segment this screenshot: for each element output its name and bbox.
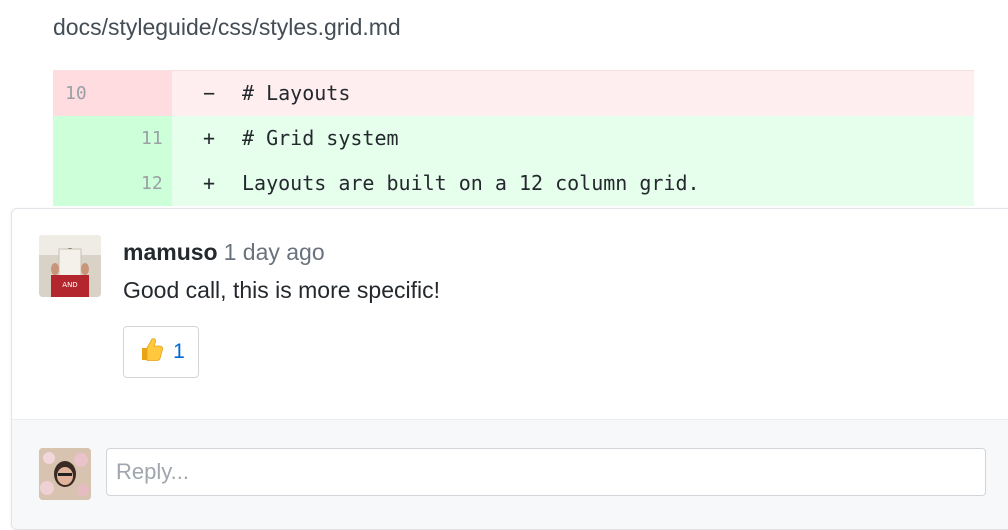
diff-row-addition: 12 + Layouts are built on a 12 column gr… [53, 161, 974, 206]
comment-header: mamuso 1 day ago [123, 239, 325, 266]
reply-area [12, 419, 1008, 529]
old-line-number[interactable]: 10 [65, 71, 87, 116]
comment-author[interactable]: mamuso [123, 239, 218, 265]
author-avatar[interactable]: AND [39, 235, 101, 297]
thumbs-up-reaction-button[interactable]: 1 [123, 326, 199, 378]
new-line-number[interactable]: 12 [141, 161, 163, 206]
comment-timestamp[interactable]: 1 day ago [224, 239, 325, 265]
svg-text:AND: AND [62, 281, 77, 289]
comment-body: Good call, this is more specific! [123, 277, 441, 303]
review-comment: AND mamuso 1 day ago Good call, this is m… [12, 209, 1008, 419]
code-line: Layouts are built on a 12 column grid. [242, 171, 700, 195]
diff-row-addition: 11 + # Grid system [53, 116, 974, 161]
review-comment-thread: AND mamuso 1 day ago Good call, this is m… [11, 208, 1008, 530]
diff-sign-plus: + [203, 126, 216, 150]
diff-sign-minus: − [203, 81, 216, 105]
diff-row-deletion: 10 − # Layouts [53, 70, 974, 116]
reply-input[interactable] [106, 448, 986, 496]
thumbs-up-icon [137, 335, 165, 369]
file-path[interactable]: docs/styleguide/css/styles.grid.md [53, 14, 401, 41]
code-line: # Layouts [242, 81, 351, 105]
new-line-number[interactable]: 11 [141, 116, 163, 161]
reaction-count: 1 [173, 340, 185, 363]
current-user-avatar [39, 448, 91, 500]
diff-view: 10 − # Layouts 11 + # Grid system 12 + L… [53, 70, 974, 206]
diff-sign-plus: + [203, 171, 216, 195]
code-line: # Grid system [242, 126, 399, 150]
